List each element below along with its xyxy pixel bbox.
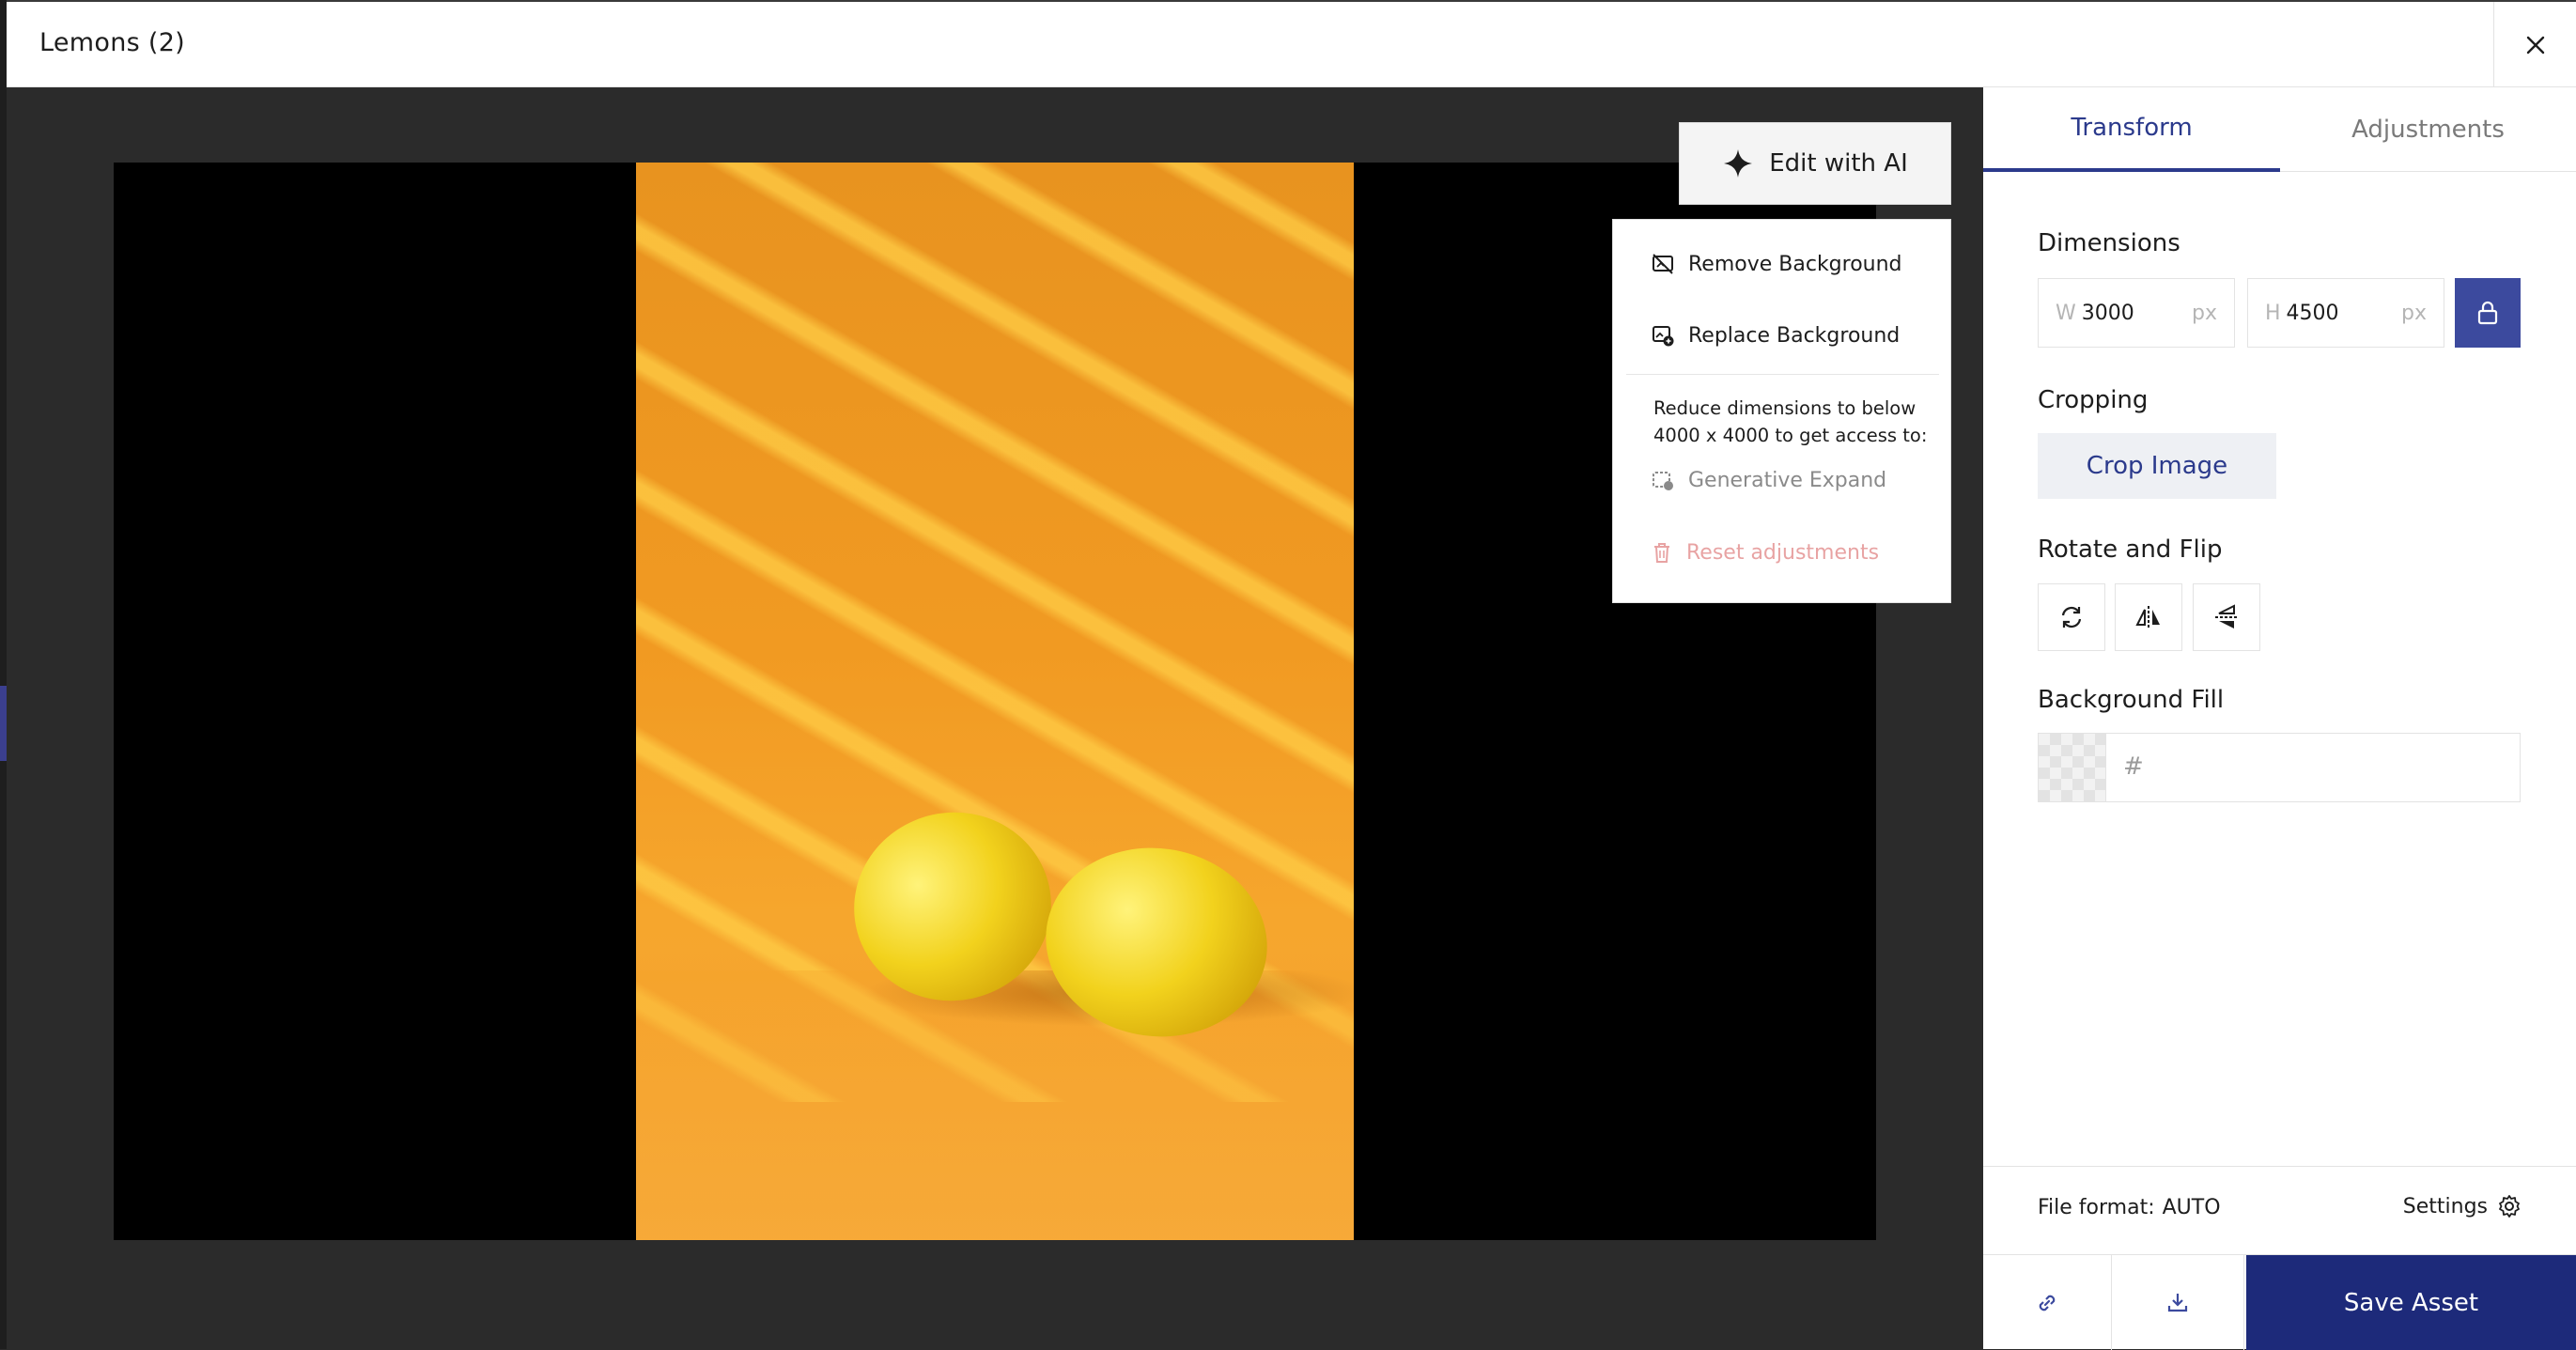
transform-panel: Transform Adjustments Dimensions W 3000 … (1983, 87, 2576, 1350)
rotate-icon (2061, 606, 2082, 628)
width-unit: px (2192, 301, 2217, 325)
left-accent (0, 686, 7, 761)
lemons-photo[interactable] (636, 163, 1354, 1240)
copy-link-button[interactable] (1983, 1255, 2112, 1350)
remove-background-icon (1653, 254, 1673, 274)
background-fill-label: Background Fill (2038, 686, 2225, 714)
modal-header: Lemons (2) (7, 2, 2576, 87)
remove-background-item[interactable]: Remove Background (1651, 252, 1902, 276)
asset-editor-modal: Lemons (2) Edit with AI Remove Backgroun… (0, 0, 2576, 1350)
settings-label: Settings (2402, 1194, 2488, 1218)
rotate-flip-label: Rotate and Flip (2038, 535, 2223, 564)
replace-background-label: Replace Background (1688, 323, 1901, 348)
save-asset-button[interactable]: Save Asset (2246, 1255, 2576, 1350)
close-button[interactable] (2493, 2, 2576, 87)
reset-adjustments-label: Reset adjustments (1686, 540, 1880, 565)
edit-with-ai-button[interactable]: Edit with AI (1679, 122, 1951, 205)
background-color-input[interactable] (2151, 749, 2508, 786)
gear-icon (2499, 1195, 2520, 1218)
flip-horizontal-button[interactable] (2115, 583, 2182, 651)
lock-icon (2477, 301, 2498, 325)
generative-expand-icon (1653, 472, 1673, 490)
edit-with-ai-label: Edit with AI (1769, 149, 1908, 178)
flip-horizontal-icon (2135, 606, 2160, 628)
asset-title: Lemons (2) (39, 28, 186, 57)
cropping-label: Cropping (2038, 386, 2149, 414)
width-value: 3000 (2081, 301, 2134, 325)
transparent-swatch[interactable] (2039, 734, 2106, 801)
width-prefix: W (2056, 301, 2076, 325)
reset-adjustments-item: Reset adjustments (1651, 540, 1879, 565)
hex-prefix: # (2123, 753, 2144, 781)
panel-footer-divider (1983, 1166, 2576, 1167)
dimension-restriction-note: Reduce dimensions to below 4000 x 4000 t… (1653, 397, 1928, 446)
file-format-value: AUTO (2162, 1196, 2221, 1219)
height-prefix: H (2265, 301, 2281, 325)
link-icon (2039, 1295, 2056, 1311)
dimensions-label: Dimensions (2038, 229, 2180, 257)
sparkle-icon (1724, 149, 1753, 178)
tab-transform[interactable]: Transform (1983, 87, 2280, 172)
download-icon (2167, 1293, 2188, 1311)
left-edge (0, 0, 7, 1349)
flip-vertical-icon (2215, 604, 2238, 628)
settings-button[interactable]: Settings (2403, 1194, 2522, 1218)
panel-action-bar: Save Asset (1983, 1254, 2576, 1350)
close-icon (2526, 36, 2544, 54)
tab-adjustments[interactable]: Adjustments (2280, 87, 2576, 172)
generative-expand-label: Generative Expand (1688, 468, 1887, 492)
background-fill-field: # (2038, 733, 2521, 802)
height-value: 4500 (2286, 301, 2339, 325)
generative-expand-item: Generative Expand (1651, 468, 1886, 492)
width-field[interactable]: W 3000 px (2038, 278, 2235, 348)
replace-background-icon (1653, 326, 1674, 347)
panel-tabs: Transform Adjustments (1983, 87, 2576, 172)
crop-image-button[interactable]: Crop Image (2038, 433, 2276, 499)
download-button[interactable] (2112, 1255, 2244, 1350)
rotate-button[interactable] (2038, 583, 2105, 651)
ai-menu: Remove Background Replace Background Red… (1612, 219, 1951, 603)
menu-divider (1626, 374, 1939, 375)
replace-background-item[interactable]: Replace Background (1651, 323, 1900, 348)
file-format-label: File format: (2038, 1196, 2155, 1219)
remove-background-label: Remove Background (1688, 252, 1902, 276)
aspect-lock-button[interactable] (2455, 278, 2521, 348)
file-format: File format: AUTO (2038, 1196, 2221, 1219)
flip-vertical-button[interactable] (2193, 583, 2260, 651)
height-field[interactable]: H 4500 px (2247, 278, 2444, 348)
height-unit: px (2401, 301, 2427, 325)
trash-icon (1654, 543, 1669, 563)
